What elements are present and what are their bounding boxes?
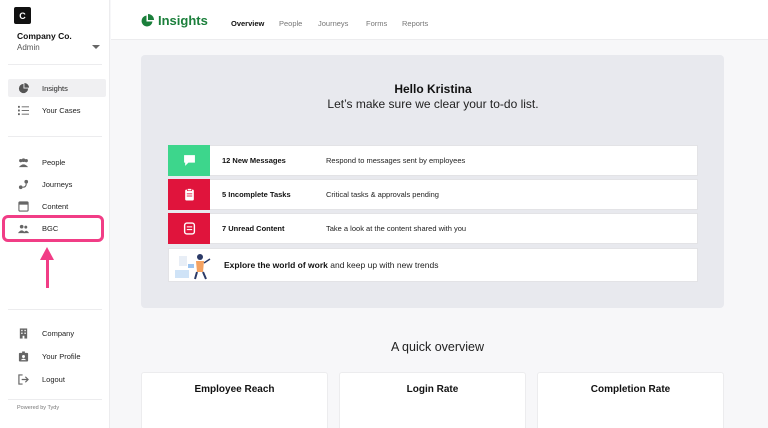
completion-rate-card: Completion Rate [537,372,724,428]
sidebar-item-label: Journeys [42,179,73,189]
card-title: Completion Rate [590,384,671,395]
sidebar-item-label: Your Profile [42,351,81,361]
divider [8,399,102,400]
bgc-highlight [2,215,104,242]
login-rate-card: Login Rate [339,372,526,428]
sidebar-item-people[interactable]: People [8,153,106,171]
greeting-subtitle: Let’s make sure we clear your to-do list… [327,97,539,111]
top-navigation: Insights Overview People Journeys Forms … [111,0,768,40]
sidebar-item-company[interactable]: Company [8,324,106,342]
employee-reach-card: Employee Reach [141,372,328,428]
arrow-shaft [46,258,49,288]
clipboard-icon [168,179,210,210]
sidebar-item-label: Content [42,201,69,211]
task-row-unread-content[interactable]: 7 Unread Content Take a look at the cont… [168,213,698,244]
sidebar-item-logout[interactable]: Logout [8,370,106,388]
message-icon [168,145,210,176]
journey-icon [16,177,30,191]
content-icon [16,199,30,213]
powered-by: Powered by Tydy [17,405,60,411]
card-title: Employee Reach [194,384,275,395]
sidebar-item-label: Company [42,328,75,338]
logout-icon [16,372,30,386]
brand: Insights [140,13,208,28]
tab-people[interactable]: People [279,19,302,28]
tab-forms[interactable]: Forms [366,19,387,28]
work-illustration-icon [175,254,211,280]
sidebar-item-content[interactable]: Content [8,197,106,215]
task-description: Respond to messages sent by employees [326,156,466,165]
tab-journeys[interactable]: Journeys [318,19,348,28]
sidebar-item-your-profile[interactable]: Your Profile [8,347,106,365]
brand-title: Insights [158,13,208,28]
sidebar-item-journeys[interactable]: Journeys [8,175,106,193]
tab-overview[interactable]: Overview [231,19,264,28]
divider [8,64,102,65]
tab-reports[interactable]: Reports [402,19,428,28]
profile-icon [16,349,30,363]
role-selector[interactable]: Admin [17,43,40,52]
chevron-down-icon[interactable] [92,45,100,49]
explore-banner[interactable]: Explore the world of work and keep up wi… [168,248,698,282]
document-icon [168,213,210,244]
divider [8,136,102,137]
task-title: 12 New Messages [222,156,286,165]
task-title: 5 Incomplete Tasks [222,190,291,199]
explore-bold-text: Explore the world of work [224,260,328,270]
sidebar-item-label: People [42,157,66,167]
sidebar-item-label: Logout [42,374,65,384]
explore-rest-text: and keep up with new trends [327,260,439,270]
pie-chart-icon [141,13,154,26]
card-title: Login Rate [406,384,459,395]
task-description: Take a look at the content shared with y… [326,224,467,233]
company-name: Company Co. [17,31,72,41]
divider [8,309,102,310]
overview-title: A quick overview [390,340,485,354]
company-logo: C [14,7,31,24]
task-row-incomplete-tasks[interactable]: 5 Incomplete Tasks Critical tasks & appr… [168,179,698,210]
building-icon [16,326,30,340]
explore-text: Explore the world of work and keep up wi… [224,260,438,270]
task-description: Critical tasks & approvals pending [326,190,439,199]
task-row-messages[interactable]: 12 New Messages Respond to messages sent… [168,145,698,176]
people-icon [16,155,30,169]
sidebar: C Company Co. Admin Insights Your Cases … [0,0,110,428]
greeting: Hello Kristina [394,82,472,96]
task-title: 7 Unread Content [222,224,285,233]
